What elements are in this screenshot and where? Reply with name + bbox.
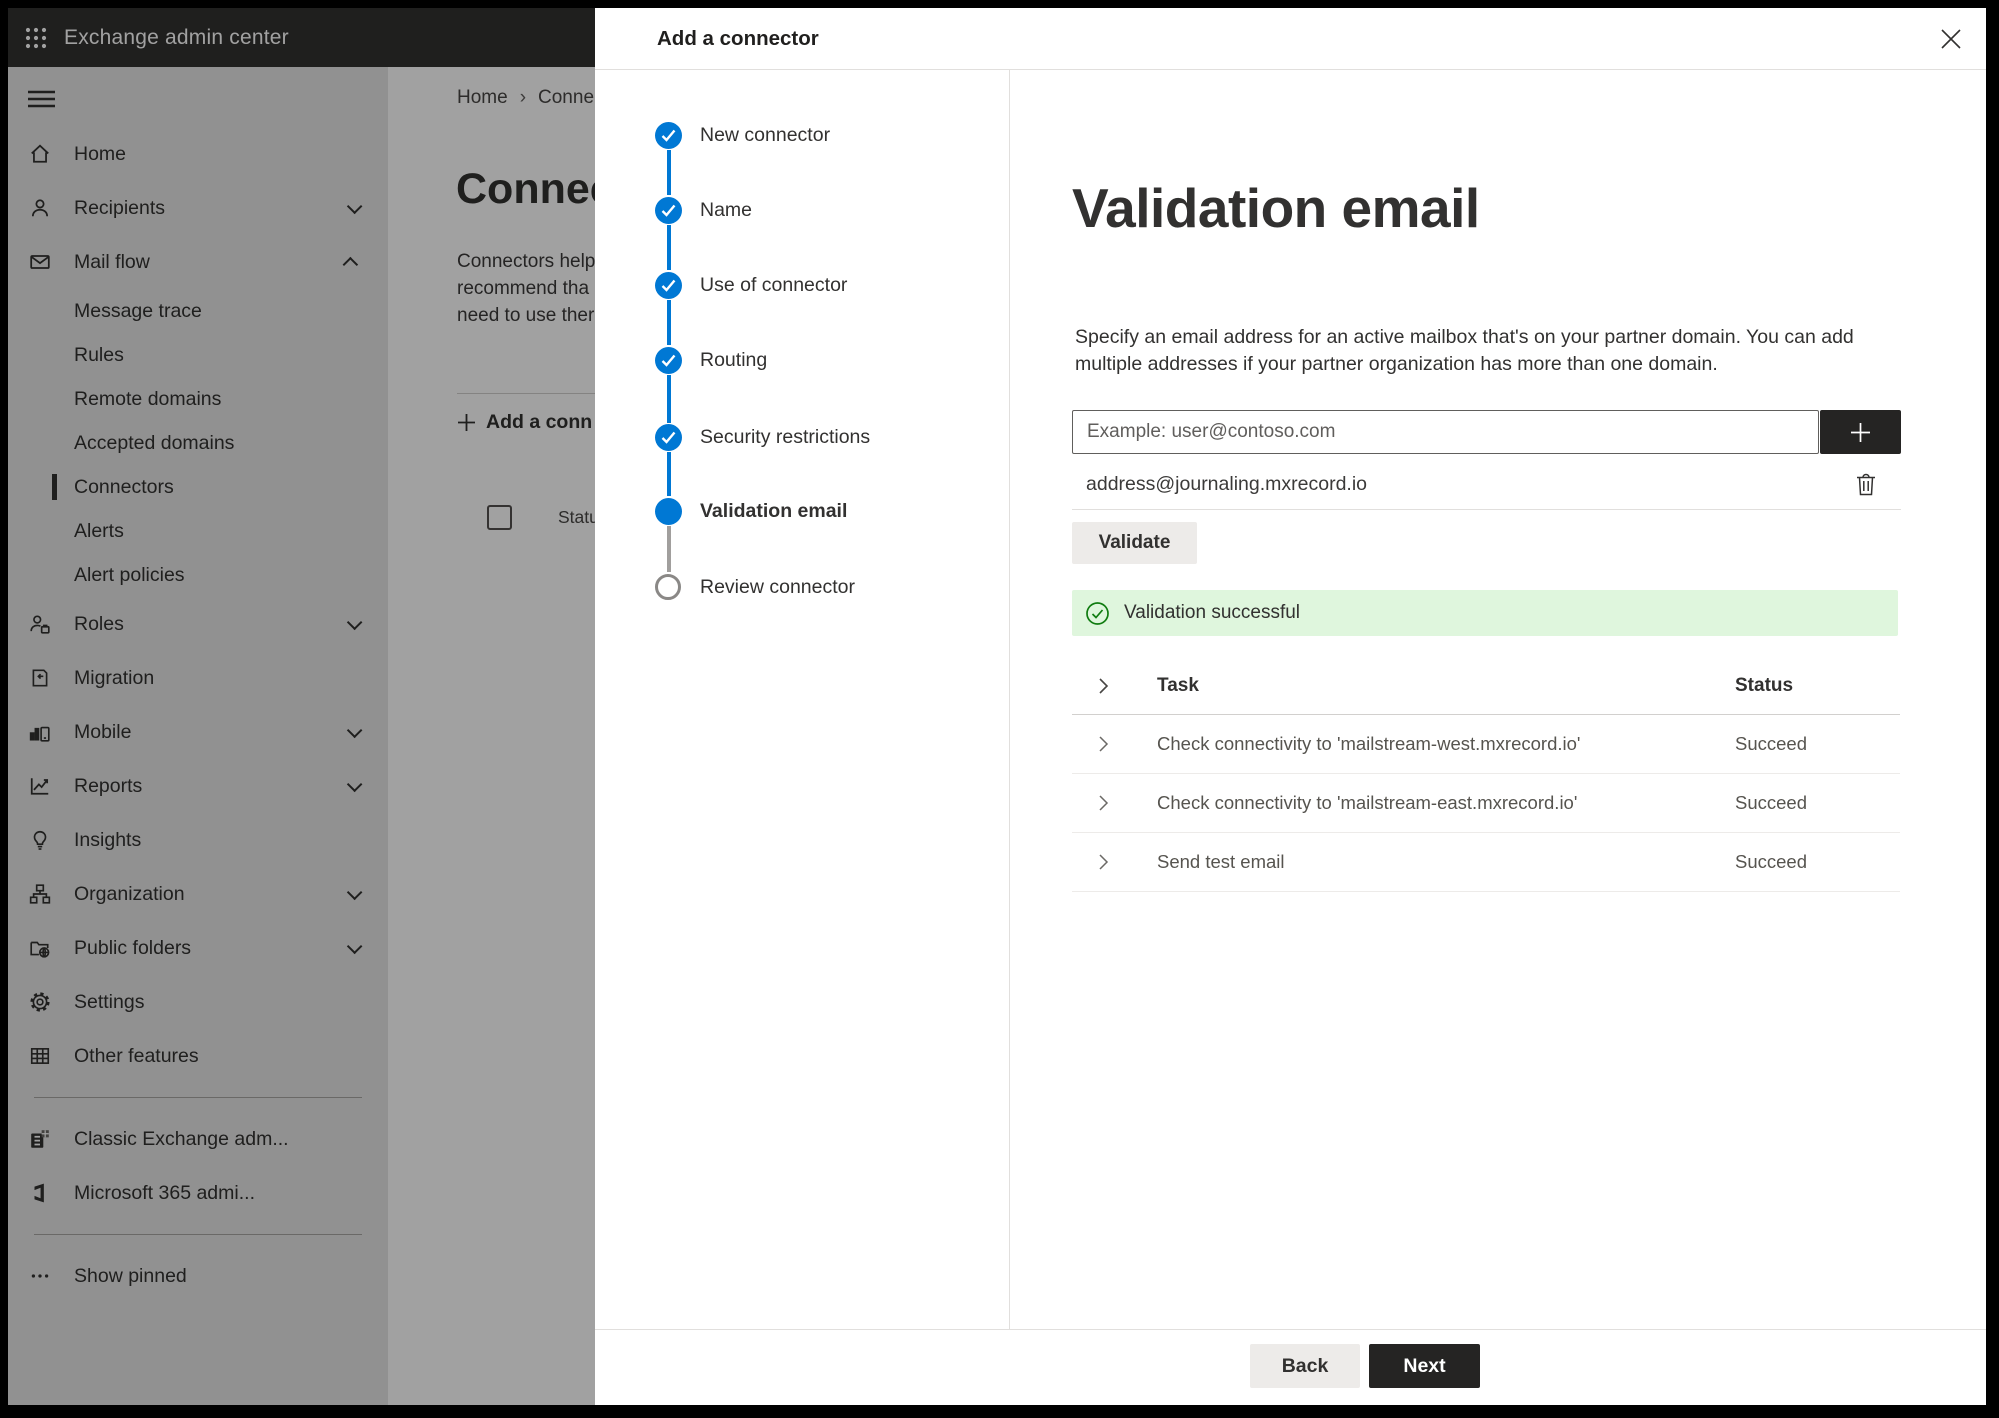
step-connector-line <box>667 300 671 345</box>
add-connector-panel: Add a connector New connector Name Use o… <box>595 8 1986 1405</box>
expand-row-chevron-icon[interactable] <box>1098 735 1109 753</box>
step-check-icon <box>655 196 682 224</box>
trash-icon <box>1857 473 1875 496</box>
status-column-header: Status <box>1735 675 1794 696</box>
status-cell: Succeed <box>1735 792 1807 813</box>
step-connector-line <box>667 150 671 195</box>
expand-all-chevron-icon[interactable] <box>1098 677 1109 695</box>
status-cell: Succeed <box>1735 851 1807 872</box>
add-email-button[interactable] <box>1820 410 1901 454</box>
banner-message: Validation successful <box>1124 602 1301 623</box>
task-cell: Check connectivity to 'mailstream-west.m… <box>1157 733 1581 754</box>
email-address-input[interactable] <box>1072 410 1819 454</box>
wizard-step-validation-email[interactable]: Validation email <box>595 495 847 527</box>
screen: Exchange admin center Home Recipients Ma… <box>8 8 1986 1405</box>
step-connector-line <box>667 452 671 496</box>
table-header-row: Task Status <box>1072 658 1900 715</box>
wizard-step-security-restrictions[interactable]: Security restrictions <box>595 421 870 453</box>
footer-divider <box>595 1329 1986 1330</box>
step-upcoming-icon <box>655 574 681 600</box>
validate-button[interactable]: Validate <box>1072 522 1197 564</box>
delete-address-button[interactable] <box>1849 468 1883 502</box>
plus-icon <box>1851 422 1870 442</box>
step-check-icon <box>655 271 682 299</box>
next-button[interactable]: Next <box>1369 1344 1480 1388</box>
wizard-steps: New connector Name Use of connector Rout… <box>595 70 1010 1329</box>
back-button[interactable]: Back <box>1250 1344 1360 1388</box>
wizard-step-routing[interactable]: Routing <box>595 344 767 376</box>
step-connector-line <box>667 375 671 423</box>
validation-results-table: Task Status Check connectivity to 'mails… <box>1072 658 1900 892</box>
step-check-icon <box>655 121 682 149</box>
task-column-header: Task <box>1157 675 1199 696</box>
task-cell: Check connectivity to 'mailstream-east.m… <box>1157 792 1578 813</box>
table-row[interactable]: Check connectivity to 'mailstream-west.m… <box>1072 715 1900 774</box>
wizard-step-name[interactable]: Name <box>595 194 752 226</box>
step-connector-line <box>667 526 671 572</box>
step-connector-line <box>667 225 671 270</box>
step-check-icon <box>655 423 682 451</box>
added-address-row: address@journaling.mxrecord.io <box>1072 460 1901 510</box>
wizard-step-use-of-connector[interactable]: Use of connector <box>595 269 847 301</box>
success-check-icon <box>1085 601 1110 626</box>
step-page-title: Validation email <box>1072 177 1480 239</box>
close-button[interactable] <box>1932 20 1970 58</box>
step-description: Specify an email address for an active m… <box>1075 326 1854 375</box>
wizard-step-review-connector[interactable]: Review connector <box>595 571 855 603</box>
panel-title: Add a connector <box>657 26 819 50</box>
step-current-icon <box>655 497 682 525</box>
expand-row-chevron-icon[interactable] <box>1098 794 1109 812</box>
screenshot-frame: Exchange admin center Home Recipients Ma… <box>0 0 1999 1418</box>
panel-header: Add a connector <box>595 8 1986 70</box>
wizard-step-new-connector[interactable]: New connector <box>595 119 830 151</box>
validation-success-banner: Validation successful <box>1072 590 1898 636</box>
step-check-icon <box>655 346 682 374</box>
task-cell: Send test email <box>1157 851 1285 872</box>
status-cell: Succeed <box>1735 733 1807 754</box>
expand-row-chevron-icon[interactable] <box>1098 853 1109 871</box>
table-row[interactable]: Send test email Succeed <box>1072 833 1900 892</box>
table-row[interactable]: Check connectivity to 'mailstream-east.m… <box>1072 774 1900 833</box>
added-address: address@journaling.mxrecord.io <box>1086 473 1368 495</box>
close-icon <box>1941 29 1961 49</box>
